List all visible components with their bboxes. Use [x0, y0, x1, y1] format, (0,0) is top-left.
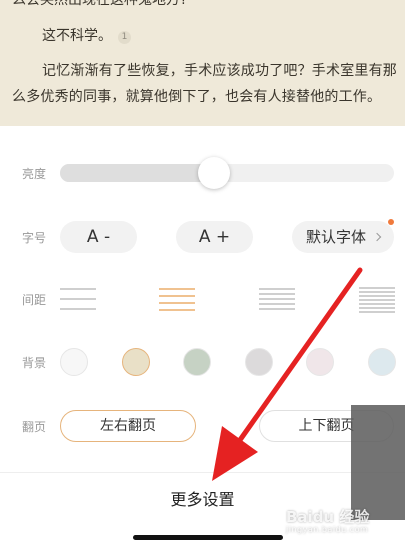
baidu-watermark: Baidu 经验 jingyan.baidu.com [286, 506, 369, 534]
watermark-url: jingyan.baidu.com [286, 525, 369, 534]
home-indicator[interactable] [133, 535, 283, 540]
annotation-arrow-icon [212, 267, 363, 481]
watermark-brand: Baidu 经验 [286, 508, 370, 526]
